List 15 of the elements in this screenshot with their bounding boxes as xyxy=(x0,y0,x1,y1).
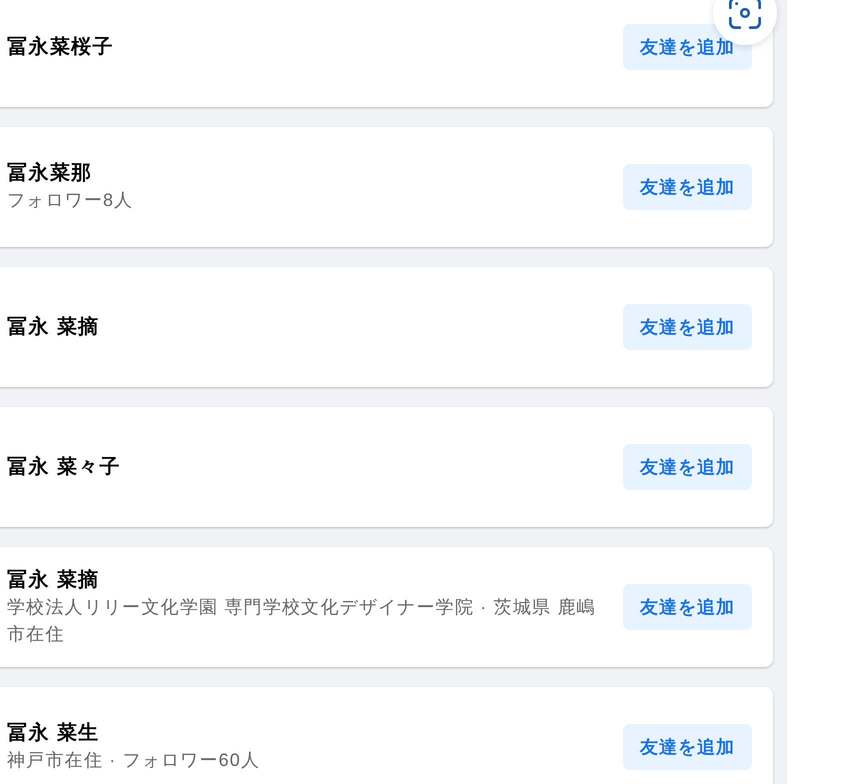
scan-icon xyxy=(729,0,761,29)
person-name[interactable]: 冨永 菜摘 xyxy=(7,566,100,594)
person-name[interactable]: 冨永 菜々子 xyxy=(7,454,121,480)
person-details: 神戸市在住 · フォロワー60人 xyxy=(7,749,260,772)
person-name[interactable]: 冨永 菜生 xyxy=(7,720,100,747)
person-name[interactable]: 冨永菜那 xyxy=(7,160,93,187)
person-details: 学校法人リリー文化学園 専門学校文化デザイナー学院 · 茨城県 鹿嶋市在住 xyxy=(7,596,597,646)
person-name[interactable]: 冨永 菜摘 xyxy=(7,314,100,340)
add-friend-button[interactable]: 友達を追加 xyxy=(623,444,752,490)
add-friend-button[interactable]: 友達を追加 xyxy=(623,304,752,350)
add-friend-button[interactable]: 友達を追加 xyxy=(623,724,752,770)
person-details: フォロワー8人 xyxy=(7,189,134,212)
add-friend-button[interactable]: 友達を追加 xyxy=(623,164,752,210)
person-name[interactable]: 冨永菜桜子 xyxy=(7,34,114,60)
add-friend-button[interactable]: 友達を追加 xyxy=(623,584,752,630)
